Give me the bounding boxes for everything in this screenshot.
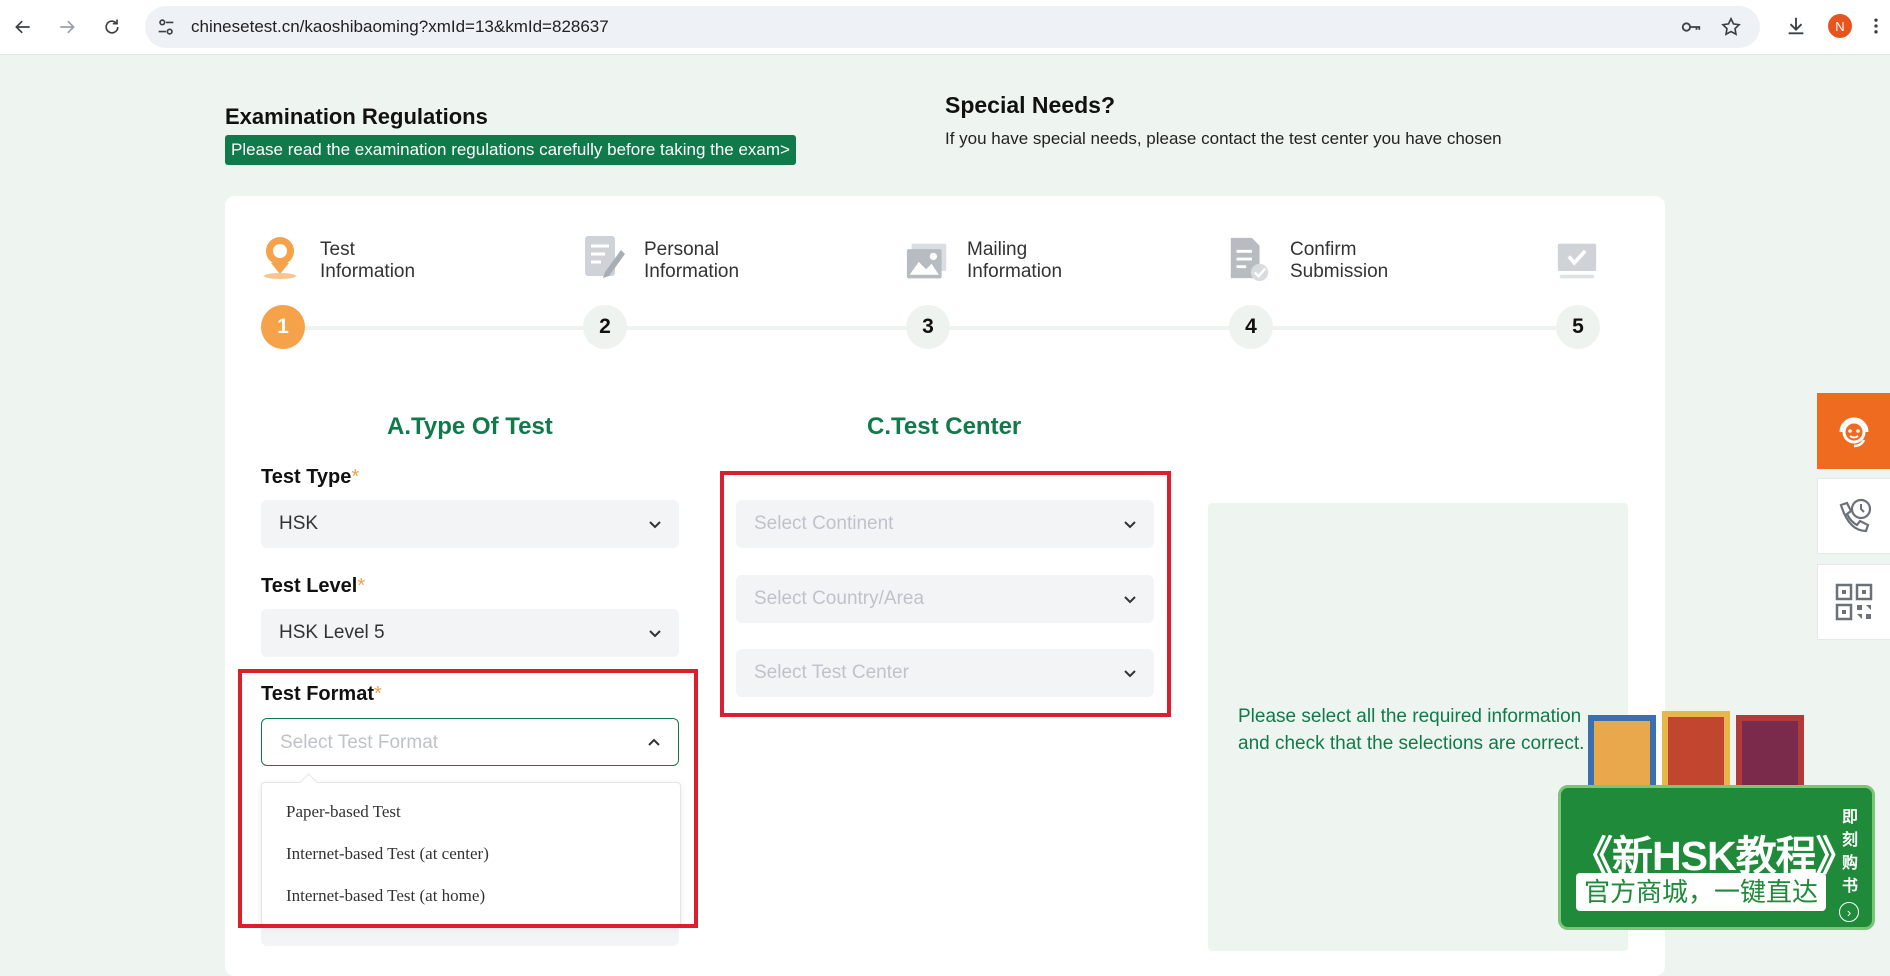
site-settings-icon[interactable]: [155, 16, 177, 38]
reload-button[interactable]: [95, 10, 129, 44]
step-2-number: 2: [583, 305, 627, 349]
image-icon: [906, 243, 947, 279]
document-check-icon: [1230, 237, 1269, 282]
chevron-right-icon[interactable]: ›: [1839, 902, 1859, 922]
address-bar[interactable]: chinesetest.cn/kaoshibaoming?xmId=13&kmI…: [145, 6, 1760, 48]
edit-form-icon: [585, 236, 625, 278]
step-4-label-line1: Confirm: [1290, 239, 1357, 260]
step-2-label: Personal Information: [644, 239, 739, 283]
step-1-label: Test Information: [320, 239, 415, 283]
test-type-value: HSK: [279, 513, 319, 534]
chevron-down-icon: [649, 630, 661, 638]
test-type-select[interactable]: HSK: [261, 500, 679, 548]
step-3-number: 3: [906, 305, 950, 349]
step-5-number: 5: [1556, 305, 1600, 349]
avatar: N: [1828, 14, 1852, 38]
monitor-check-icon: [1557, 243, 1597, 279]
step-1-number: 1: [261, 305, 305, 349]
menu-button[interactable]: [1866, 12, 1886, 40]
bookmark-star-button[interactable]: [1718, 14, 1744, 40]
step-2-label-line1: Personal: [644, 239, 719, 260]
downloads-button[interactable]: [1782, 12, 1810, 40]
test-level-select[interactable]: HSK Level 5: [261, 609, 679, 657]
special-needs-text: If you have special needs, please contac…: [945, 129, 1502, 148]
step-3-label-line1: Mailing: [967, 239, 1028, 260]
ad-subtitle[interactable]: 官方商城，一键直达: [1576, 873, 1826, 911]
step-4-label: Confirm Submission: [1290, 239, 1388, 283]
step-4-label-line2: Submission: [1290, 261, 1389, 282]
reload-icon: [105, 19, 119, 34]
key-icon: [1681, 22, 1701, 32]
browser-toolbar: chinesetest.cn/kaoshibaoming?xmId=13&kmI…: [0, 0, 1890, 55]
highlight-box-test-format: [238, 669, 698, 928]
section-c-title: C.Test Center: [867, 413, 1022, 440]
step-2-label-line2: Information: [644, 261, 740, 282]
step-3-label-line2: Information: [967, 261, 1063, 282]
url-text[interactable]: chinesetest.cn/kaoshibaoming?xmId=13&kmI…: [191, 17, 609, 37]
test-type-label-text: Test Type: [261, 466, 352, 488]
regulations-title: Examination Regulations: [225, 104, 488, 129]
forward-button[interactable]: [50, 10, 84, 44]
location-pin-icon: [264, 237, 296, 279]
test-type-label: Test Type*: [261, 466, 359, 489]
customer-support-button[interactable]: [1817, 393, 1890, 469]
back-button[interactable]: [6, 10, 40, 44]
headset-support-icon: [1839, 417, 1868, 448]
profile-button[interactable]: N: [1826, 12, 1854, 40]
selection-summary-text: Please select all the required informati…: [1238, 706, 1585, 754]
qr-code-icon: [1835, 583, 1873, 621]
required-asterisk: *: [357, 575, 366, 597]
ad-buy-label[interactable]: 即刻购书: [1840, 806, 1860, 898]
phone-clock-icon: [1839, 498, 1872, 533]
download-icon: [1788, 17, 1804, 35]
arrow-right-icon: [60, 20, 75, 34]
regulations-link[interactable]: Please read the examination regulations …: [225, 135, 796, 165]
more-vert-icon: [1874, 18, 1878, 34]
step-1-label-line2: Information: [320, 261, 416, 282]
arrow-left-icon: [15, 20, 30, 34]
step-4-number: 4: [1229, 305, 1273, 349]
required-asterisk: *: [351, 466, 360, 488]
test-level-label-text: Test Level: [261, 575, 358, 597]
test-level-label: Test Level*: [261, 575, 365, 598]
section-a-title: A.Type Of Test: [387, 413, 553, 440]
password-key-button[interactable]: [1678, 14, 1704, 40]
phone-contact-button[interactable]: [1817, 478, 1890, 554]
star-icon: [1721, 16, 1741, 36]
highlight-box-test-center: [720, 471, 1171, 717]
test-level-value: HSK Level 5: [279, 622, 385, 643]
special-needs-title: Special Needs?: [945, 92, 1116, 118]
qr-code-button[interactable]: [1817, 564, 1890, 640]
step-1-label-line1: Test: [320, 239, 355, 260]
chevron-down-icon: [649, 521, 661, 529]
step-3-label: Mailing Information: [967, 239, 1062, 283]
